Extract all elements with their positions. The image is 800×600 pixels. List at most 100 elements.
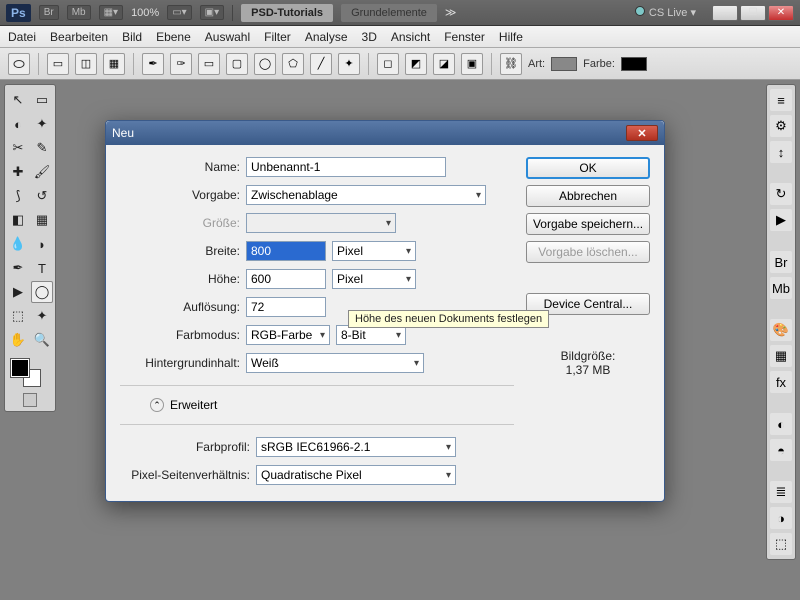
menu-ansicht[interactable]: Ansicht	[391, 30, 430, 44]
color-swatches[interactable]	[7, 357, 53, 389]
pathop-3-icon[interactable]: ◪	[433, 53, 455, 75]
menu-fenster[interactable]: Fenster	[444, 30, 485, 44]
shape-layers-icon[interactable]: ▭	[47, 53, 69, 75]
more-workspaces-icon[interactable]: ≫	[445, 6, 457, 19]
panel-icon-5[interactable]: ▶	[770, 209, 792, 231]
shape-tool-icon[interactable]: ◯	[31, 281, 53, 303]
panel-channels-icon[interactable]: ◑	[770, 507, 792, 529]
panel-layers-icon[interactable]: ≣	[770, 481, 792, 503]
pathop-4-icon[interactable]: ▣	[461, 53, 483, 75]
wand-tool-icon[interactable]: ✦	[31, 113, 53, 135]
healing-tool-icon[interactable]: ✚	[7, 161, 29, 183]
brush-tool-icon[interactable]: 🖌	[31, 161, 53, 183]
polygon-icon[interactable]: ⬠	[282, 53, 304, 75]
name-input[interactable]	[246, 157, 446, 177]
menu-datei[interactable]: Datei	[8, 30, 36, 44]
bgcontent-dropdown[interactable]: Weiß	[246, 353, 424, 373]
advanced-toggle[interactable]: ⌃ Erweitert	[150, 398, 514, 412]
panel-icon-3[interactable]: ↕	[770, 141, 792, 163]
menu-hilfe[interactable]: Hilfe	[499, 30, 523, 44]
cancel-button[interactable]: Abbrechen	[526, 185, 650, 207]
arrange-docs-icon[interactable]: ▭▾	[167, 5, 191, 20]
fill-pixels-icon[interactable]: ▦	[103, 53, 125, 75]
panel-icon-1[interactable]: ≡	[770, 89, 792, 111]
colormode-dropdown[interactable]: RGB-Farbe	[246, 325, 330, 345]
lasso-tool-icon[interactable]: ◐	[7, 113, 29, 135]
pen-tool-icon[interactable]: ✒	[7, 257, 29, 279]
menu-bearbeiten[interactable]: Bearbeiten	[50, 30, 108, 44]
dialog-close-button[interactable]: ✕	[626, 125, 658, 141]
menu-filter[interactable]: Filter	[264, 30, 291, 44]
cslive-button[interactable]: CS Live ▾	[635, 6, 696, 19]
window-maximize[interactable]: ☐	[740, 5, 766, 21]
marquee-tool-icon[interactable]: ▭	[31, 89, 53, 111]
panel-icon-2[interactable]: ⚙	[770, 115, 792, 137]
menu-bild[interactable]: Bild	[122, 30, 142, 44]
foreground-color[interactable]	[11, 359, 29, 377]
paths-icon[interactable]: ◫	[75, 53, 97, 75]
bridge-icon[interactable]: Br	[39, 5, 59, 20]
color-swatch[interactable]	[621, 57, 647, 71]
pixelaspect-dropdown[interactable]: Quadratische Pixel	[256, 465, 456, 485]
preset-dropdown[interactable]: Zwischenablage	[246, 185, 486, 205]
link-icon[interactable]: ⛓	[500, 53, 522, 75]
type-tool-icon[interactable]: T	[31, 257, 53, 279]
window-close[interactable]: ✕	[768, 5, 794, 21]
path-select-icon[interactable]: ▶	[7, 281, 29, 303]
current-tool-icon[interactable]	[8, 53, 30, 75]
eyedropper-tool-icon[interactable]: ✎	[31, 137, 53, 159]
panel-swatches-icon[interactable]: ▦	[770, 345, 792, 367]
minibridge-icon[interactable]: Mb	[67, 5, 91, 20]
crop-tool-icon[interactable]: ✂	[7, 137, 29, 159]
ellipse-icon[interactable]: ◯	[254, 53, 276, 75]
zoom-level[interactable]: 100%	[131, 7, 159, 19]
stamp-tool-icon[interactable]: ⟆	[7, 185, 29, 207]
screen-mode-icon[interactable]: ▣▾	[200, 5, 224, 20]
3d-cam-icon[interactable]: ✦	[31, 305, 53, 327]
panel-icon-4[interactable]: ↻	[770, 183, 792, 205]
height-unit-dropdown[interactable]: Pixel	[332, 269, 416, 289]
hand-tool-icon[interactable]: ✋	[7, 329, 29, 351]
blur-tool-icon[interactable]: 💧	[7, 233, 29, 255]
move-tool-icon[interactable]: ↖	[7, 89, 29, 111]
eraser-tool-icon[interactable]: ◧	[7, 209, 29, 231]
view-extras-icon[interactable]: ▦▾	[99, 5, 123, 20]
workspace-tab-active[interactable]: PSD-Tutorials	[241, 4, 333, 22]
colorprofile-dropdown[interactable]: sRGB IEC61966-2.1	[256, 437, 456, 457]
panel-icon-mb[interactable]: Mb	[770, 277, 792, 299]
history-brush-icon[interactable]: ↺	[31, 185, 53, 207]
window-minimize[interactable]: —	[712, 5, 738, 21]
height-input[interactable]	[246, 269, 326, 289]
freeform-pen-icon[interactable]: ✑	[170, 53, 192, 75]
ok-button[interactable]: OK	[526, 157, 650, 179]
custom-shape-icon[interactable]: ✦	[338, 53, 360, 75]
width-input[interactable]	[246, 241, 326, 261]
save-preset-button[interactable]: Vorgabe speichern...	[526, 213, 650, 235]
dialog-titlebar[interactable]: Neu ✕	[106, 121, 664, 145]
pen-icon[interactable]: ✒	[142, 53, 164, 75]
width-unit-dropdown[interactable]: Pixel	[332, 241, 416, 261]
menu-analyse[interactable]: Analyse	[305, 30, 348, 44]
rounded-rect-icon[interactable]: ▢	[226, 53, 248, 75]
pathop-2-icon[interactable]: ◩	[405, 53, 427, 75]
bitdepth-dropdown[interactable]: 8-Bit	[336, 325, 406, 345]
rectangle-icon[interactable]: ▭	[198, 53, 220, 75]
quickmask-icon[interactable]	[23, 393, 37, 407]
style-swatch[interactable]	[551, 57, 577, 71]
gradient-tool-icon[interactable]: ▦	[31, 209, 53, 231]
menu-ebene[interactable]: Ebene	[156, 30, 191, 44]
menu-auswahl[interactable]: Auswahl	[205, 30, 250, 44]
pathop-1-icon[interactable]: ◻	[377, 53, 399, 75]
3d-tool-icon[interactable]: ⬚	[7, 305, 29, 327]
panel-adjust-icon[interactable]: ◐	[770, 413, 792, 435]
panel-paths-icon[interactable]: ⬚	[770, 533, 792, 555]
resolution-input[interactable]	[246, 297, 326, 317]
line-icon[interactable]: ╱	[310, 53, 332, 75]
workspace-tab[interactable]: Grundelemente	[341, 4, 437, 22]
zoom-tool-icon[interactable]: 🔍	[31, 329, 53, 351]
dodge-tool-icon[interactable]: ◗	[31, 233, 53, 255]
panel-masks-icon[interactable]: ◓	[770, 439, 792, 461]
menu-3d[interactable]: 3D	[362, 30, 377, 44]
panel-styles-icon[interactable]: fx	[770, 371, 792, 393]
panel-color-icon[interactable]: 🎨	[770, 319, 792, 341]
